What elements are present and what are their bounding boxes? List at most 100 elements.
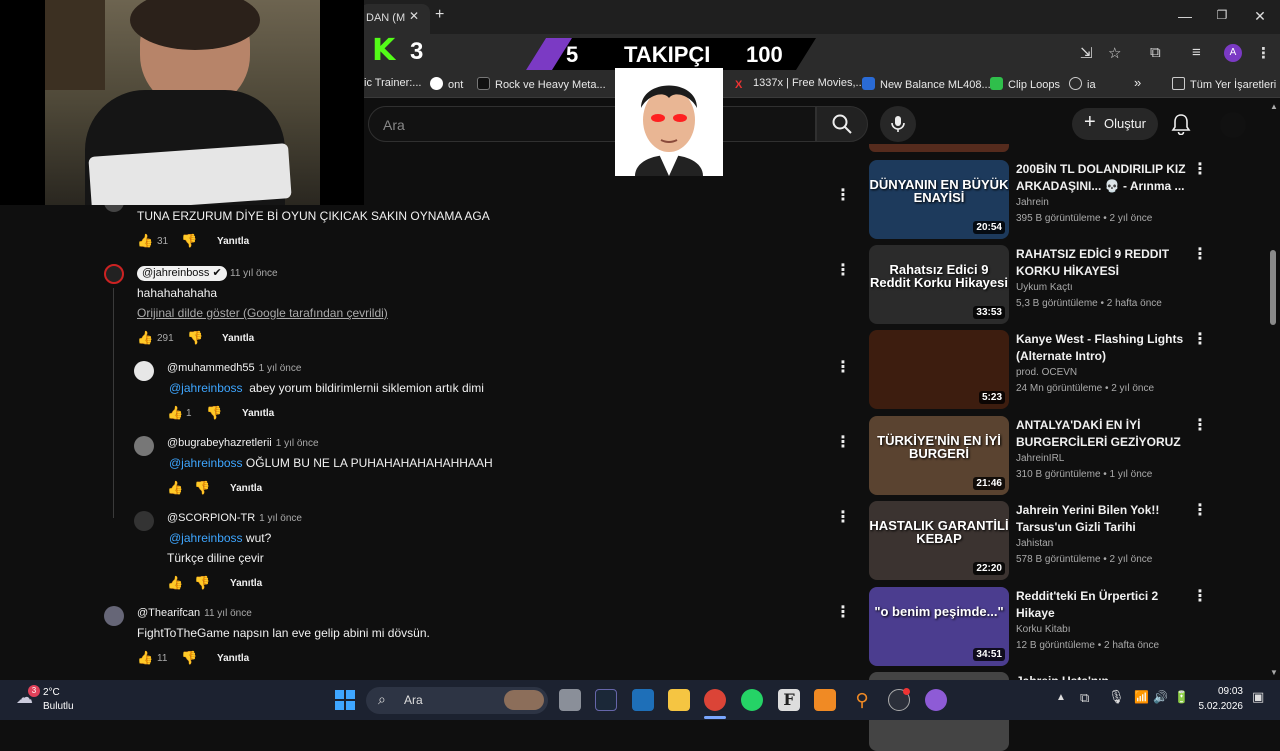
bookmark-item[interactable]: ia xyxy=(1069,77,1096,91)
like-icon[interactable]: 👍 xyxy=(167,406,183,419)
bookmark-item[interactable]: ont xyxy=(430,77,463,91)
extensions-icon[interactable]: ⧉ xyxy=(1150,44,1161,61)
mention-link[interactable]: @jahreinboss xyxy=(169,456,243,470)
dislike-icon[interactable]: 👎 xyxy=(181,234,197,247)
channel-name[interactable]: Uykum Kaçtı xyxy=(1016,282,1073,293)
voice-search-button[interactable] xyxy=(880,106,916,142)
dislike-icon[interactable]: 👎 xyxy=(187,331,203,344)
search-button[interactable] xyxy=(816,106,868,142)
close-tab-icon[interactable]: ✕ xyxy=(409,9,419,23)
translate-link[interactable]: Türkçe diline çevir xyxy=(167,551,264,565)
replier-avatar[interactable] xyxy=(134,511,154,531)
bookmark-item[interactable]: Clip Loops xyxy=(990,77,1060,91)
comment-author[interactable]: @Thearifcan 11 yıl önce xyxy=(137,607,252,619)
reply-button[interactable]: Yanıtla xyxy=(217,236,249,247)
page-scrollbar[interactable]: ▲ ▼ xyxy=(1268,100,1280,680)
restore-icon[interactable]: ❐ xyxy=(1212,8,1232,22)
mention-link[interactable]: @jahreinboss xyxy=(169,531,243,545)
reply-author[interactable]: @SCORPION-TR 1 yıl önce xyxy=(167,512,302,524)
reply-button[interactable]: Yanıtla xyxy=(217,653,249,664)
comment-menu-icon[interactable]: ⋮ xyxy=(835,188,851,204)
video-title[interactable]: RAHATSIZ EDİCİ 9 REDDIT KORKU HİKAYESİ xyxy=(1016,246,1186,280)
steam-icon[interactable] xyxy=(595,689,617,711)
channel-name[interactable]: Jahistan xyxy=(1016,538,1053,549)
task-view-icon[interactable] xyxy=(559,689,581,711)
windows-start-icon[interactable] xyxy=(335,690,355,710)
partial-thumbnail[interactable] xyxy=(869,144,1009,152)
all-bookmarks-folder[interactable]: Tüm Yer İşaretleri xyxy=(1172,77,1276,91)
weather-desc[interactable]: Bulutlu xyxy=(43,701,74,712)
create-button[interactable]: + Oluştur xyxy=(1072,108,1158,140)
comment-menu-icon[interactable]: ⋮ xyxy=(835,360,851,376)
tray-app-icon[interactable]: ⧉ xyxy=(1080,690,1089,706)
video-menu-icon[interactable]: ⋮ xyxy=(1192,418,1208,434)
media-controls-icon[interactable]: ≡ xyxy=(1192,44,1201,61)
comment-menu-icon[interactable]: ⋮ xyxy=(835,510,851,526)
commenter-avatar[interactable] xyxy=(104,606,124,626)
chrome-icon[interactable] xyxy=(704,689,726,711)
fl-studio-icon[interactable] xyxy=(814,689,836,711)
search-tool-icon[interactable]: ⚲ xyxy=(851,689,873,711)
video-thumbnail[interactable]: "o benim peşimde..." 34:51 xyxy=(869,587,1009,666)
clock-time[interactable]: 09:03 xyxy=(1203,686,1243,697)
reply-author[interactable]: @bugrabeyhazretlerii 1 yıl önce xyxy=(167,437,319,449)
bookmark-item[interactable]: Rock ve Heavy Meta... xyxy=(477,77,606,91)
video-menu-icon[interactable]: ⋮ xyxy=(1192,247,1208,263)
battery-icon[interactable]: 🔋 xyxy=(1174,690,1189,704)
dislike-icon[interactable]: 👎 xyxy=(181,651,197,664)
taskbar-search[interactable]: ⌕ Ara xyxy=(366,687,548,714)
dislike-icon[interactable]: 👎 xyxy=(206,406,222,419)
install-app-icon[interactable]: ⇲ xyxy=(1080,44,1093,62)
video-thumbnail[interactable]: TÜRKİYE'NİN EN İYİ BURGERİ 21:46 xyxy=(869,416,1009,495)
notifications-bell-icon[interactable] xyxy=(1171,113,1191,135)
reply-button[interactable]: Yanıtla xyxy=(222,333,254,344)
bookmark-star-icon[interactable]: ☆ xyxy=(1108,44,1121,62)
like-icon[interactable]: 👍 xyxy=(167,481,183,494)
video-menu-icon[interactable]: ⋮ xyxy=(1192,589,1208,605)
comment-menu-icon[interactable]: ⋮ xyxy=(835,435,851,451)
video-title[interactable]: Reddit'teki En Ürpertici 2 Hikaye xyxy=(1016,588,1186,622)
reply-button[interactable]: Yanıtla xyxy=(230,483,262,494)
dislike-icon[interactable]: 👎 xyxy=(194,576,210,589)
video-title[interactable]: Kanye West - Flashing Lights (Alternate … xyxy=(1016,331,1186,365)
author-badge[interactable]: @jahreinboss ✔ xyxy=(137,266,227,281)
mention-link[interactable]: @jahreinboss xyxy=(169,381,243,395)
channel-name[interactable]: Korku Kitabı xyxy=(1016,624,1070,635)
close-window-icon[interactable]: ✕ xyxy=(1250,8,1270,25)
video-title[interactable]: 200BİN TL DOLANDIRILIP KIZ ARKADAŞINI...… xyxy=(1016,161,1186,195)
scroll-down-arrow-icon[interactable]: ▼ xyxy=(1270,668,1278,677)
video-thumbnail[interactable]: Rahatsız Edici 9 Reddit Korku Hikayesi 33… xyxy=(869,245,1009,324)
active-tab[interactable]: DAN (M xyxy=(360,4,430,34)
microphone-tray-icon[interactable]: 🎙 xyxy=(1108,689,1125,705)
comment-menu-icon[interactable]: ⋮ xyxy=(835,605,851,621)
bookmark-item[interactable]: New Balance ML408... xyxy=(862,77,991,91)
video-thumbnail[interactable]: DÜNYANIN EN BÜYÜK ENAYİSİ 20:54 xyxy=(869,160,1009,239)
photos-icon[interactable] xyxy=(632,689,654,711)
video-thumbnail[interactable]: HASTALIK GARANTİLİ KEBAP 22:20 xyxy=(869,501,1009,580)
volume-icon[interactable]: 🔊 xyxy=(1153,690,1168,704)
bookmark-item[interactable]: ic Trainer:... xyxy=(364,77,421,89)
like-icon[interactable]: 👍 xyxy=(137,234,153,247)
video-menu-icon[interactable]: ⋮ xyxy=(1192,332,1208,348)
channel-name[interactable]: prod. OCEVN xyxy=(1016,367,1077,378)
video-menu-icon[interactable]: ⋮ xyxy=(1192,162,1208,178)
more-bookmarks-icon[interactable]: » xyxy=(1134,75,1141,90)
video-title[interactable]: ANTALYA'DAKİ EN İYİ BURGERCİLERİ GEZİYOR… xyxy=(1016,417,1186,451)
like-icon[interactable]: 👍 xyxy=(137,331,153,344)
comment-menu-icon[interactable]: ⋮ xyxy=(835,263,851,279)
replier-avatar[interactable] xyxy=(134,436,154,456)
replier-avatar[interactable] xyxy=(134,361,154,381)
account-avatar[interactable] xyxy=(1220,112,1246,138)
scroll-up-arrow-icon[interactable]: ▲ xyxy=(1270,102,1278,111)
channel-name[interactable]: JahreinIRL xyxy=(1016,453,1064,464)
reply-button[interactable]: Yanıtla xyxy=(242,408,274,419)
search-input[interactable]: Ara xyxy=(368,106,816,142)
clock-date[interactable]: 5.02.2026 xyxy=(1193,701,1244,712)
video-title[interactable]: Jahrein Yerini Bilen Yok!! Tarsus'un Giz… xyxy=(1016,502,1186,536)
channel-name[interactable]: Jahrein xyxy=(1016,197,1049,208)
scrollbar-thumb[interactable] xyxy=(1270,250,1276,325)
notification-center-icon[interactable]: ▣ xyxy=(1252,689,1264,705)
like-icon[interactable]: 👍 xyxy=(167,576,183,589)
chat-app-icon[interactable] xyxy=(925,689,947,711)
font-app-icon[interactable]: F xyxy=(778,689,800,711)
